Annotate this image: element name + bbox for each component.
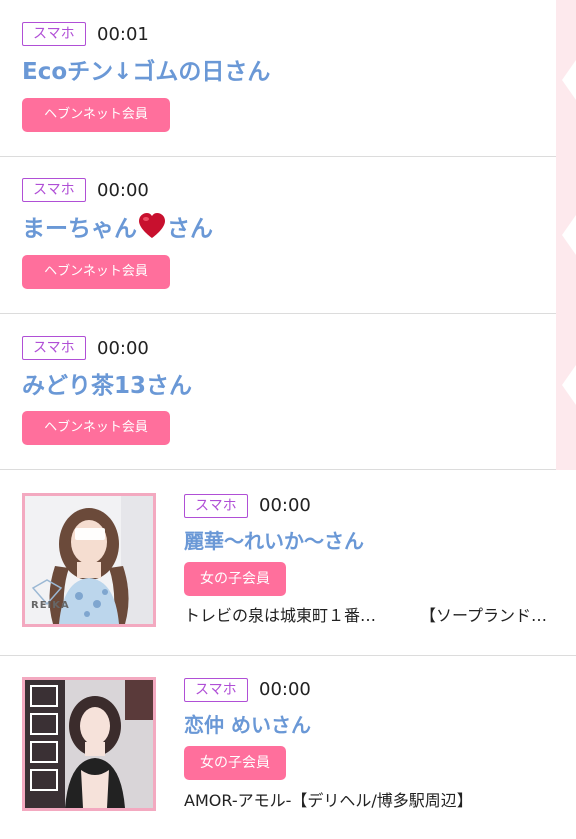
access-time: 00:00: [97, 180, 149, 201]
device-badge: スマホ: [22, 178, 86, 202]
visitor-name[interactable]: 恋仲 めいさん: [184, 710, 311, 740]
visitor-name-text: まーちゃん: [22, 216, 137, 242]
list-item[interactable]: スマホ 00:01 Ecoチン↓ゴムの日さん ヘブンネット会員: [0, 0, 556, 157]
member-type-button: ヘブンネット会員: [22, 255, 170, 289]
list-item[interactable]: スマホ 00:00 恋仲 めいさん 女の子会員 AMOR-アモル-【デリヘル/博…: [0, 656, 576, 839]
heart-icon: [138, 213, 166, 247]
device-badge: スマホ: [184, 678, 248, 702]
device-badge: スマホ: [22, 336, 86, 360]
side-decoration: [556, 0, 576, 470]
visitor-name-suffix: さん: [167, 216, 213, 242]
member-type-button: 女の子会員: [184, 562, 286, 596]
device-badge: スマホ: [184, 494, 248, 518]
device-badge: スマホ: [22, 22, 86, 46]
shop-name[interactable]: トレビの泉は城東町１番…: [184, 605, 376, 627]
member-type-button: ヘブンネット会員: [22, 98, 170, 132]
member-type-button: 女の子会員: [184, 746, 286, 780]
shop-category[interactable]: 【ソープランド…: [420, 605, 547, 627]
list-item[interactable]: スマホ 00:00 みどり茶13さん ヘブンネット会員: [0, 314, 556, 470]
list-item[interactable]: スマホ 00:00 まーちゃん さん ヘブンネット会員: [0, 157, 556, 314]
photo-text-decoration: [30, 685, 58, 791]
profile-photo[interactable]: REIKA: [22, 493, 156, 627]
access-time: 00:00: [97, 338, 149, 359]
shop-name[interactable]: AMOR-アモル-【デリヘル/博多駅周辺】: [184, 790, 473, 812]
profile-photo[interactable]: [22, 677, 156, 811]
access-time: 00:00: [259, 495, 311, 516]
visitor-name[interactable]: 麗華〜れいか〜さん: [184, 526, 364, 556]
visitor-name[interactable]: Ecoチン↓ゴムの日さん: [22, 57, 270, 87]
access-time: 00:01: [97, 24, 149, 45]
access-time: 00:00: [259, 679, 311, 700]
photo-caption: REIKA: [31, 600, 70, 611]
visitor-name[interactable]: みどり茶13さん: [22, 371, 192, 401]
visitor-name[interactable]: まーちゃん さん: [22, 213, 213, 247]
list-item[interactable]: REIKA スマホ 00:00 麗華〜れいか〜さん 女の子会員 トレビの泉は城東…: [0, 470, 576, 656]
member-type-button: ヘブンネット会員: [22, 411, 170, 445]
